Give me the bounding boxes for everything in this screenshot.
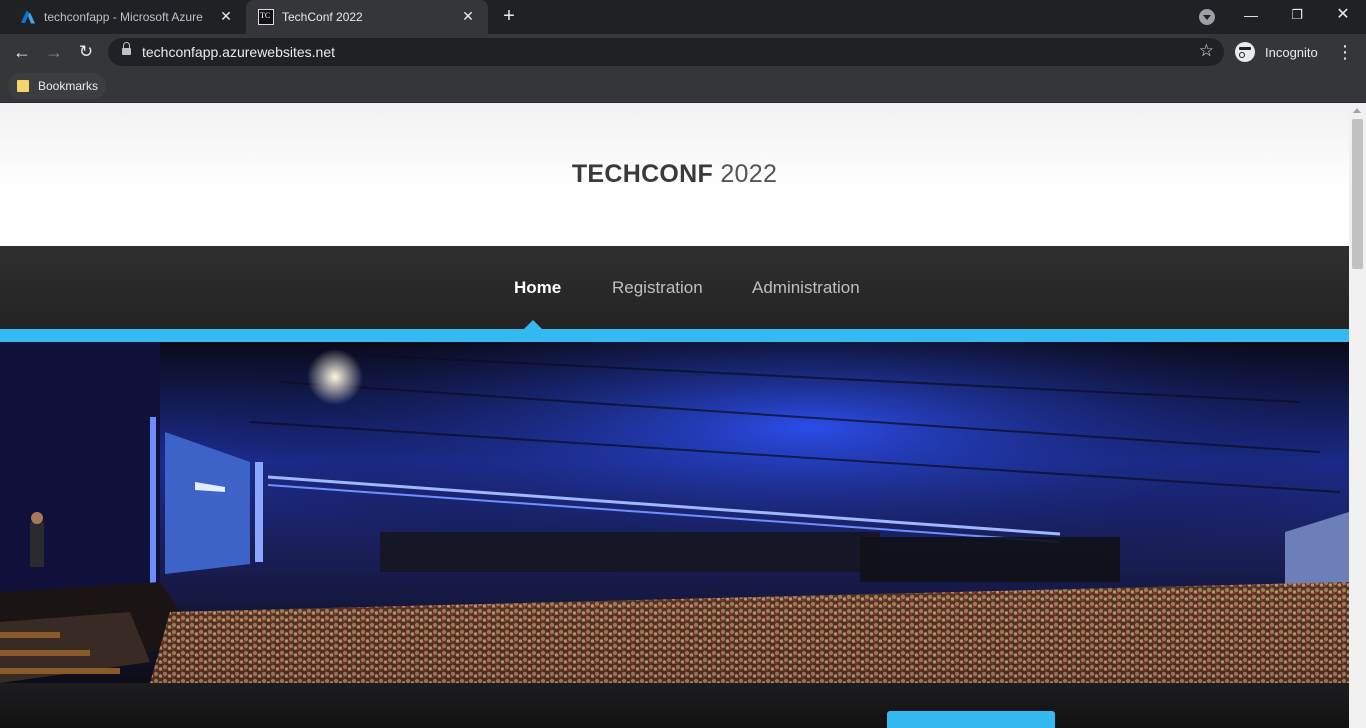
folder-icon [17,80,29,92]
plus-icon[interactable]: + [498,6,520,28]
profile-label: Incognito [1265,45,1318,60]
lock-icon [122,42,131,57]
site-header: TECHCONF 2022 [0,103,1349,246]
favicon-text: TC [260,11,271,20]
url-text: techconfapp.azurewebsites.net [142,44,336,60]
site-logo[interactable]: TECHCONF 2022 [0,160,1349,189]
scroll-up-icon[interactable] [1353,108,1361,113]
azure-icon [21,10,35,24]
kebab-menu-icon[interactable]: ⋮ [1336,40,1354,64]
forward-arrow-icon[interactable]: → [42,40,66,64]
tab-search-icon[interactable] [1199,9,1215,25]
bookmarks-label: Bookmarks [38,79,99,93]
tab-strip: techconfapp - Microsoft Azure ✕ TC TechC… [0,0,1366,34]
hero-caption-bar [0,683,1349,728]
accent-bar [0,329,1349,342]
reload-icon[interactable]: ↻ [74,40,98,64]
bookmarks-bar: Bookmarks [0,70,1366,103]
tab-azure[interactable]: techconfapp - Microsoft Azure ✕ [8,0,246,34]
bookmarks-folder[interactable]: Bookmarks [8,73,107,99]
hero-image [0,342,1349,728]
page-viewport: TECHCONF 2022 Home Registration Administ… [0,103,1366,728]
tab-title: TechConf 2022 [282,10,363,24]
brand-year: 2022 [720,160,778,188]
browser-toolbar: ← → ↻ techconfapp.azurewebsites.net ☆ In… [0,34,1366,70]
incognito-icon [1235,42,1255,62]
cta-button[interactable] [887,711,1055,728]
close-icon[interactable]: ✕ [218,8,234,24]
nav-home[interactable]: Home [514,278,561,298]
tab-techconf[interactable]: TC TechConf 2022 ✕ [246,0,488,34]
main-nav: Home Registration Administration [0,246,1349,329]
restore-icon[interactable]: ❐ [1284,4,1310,26]
nav-administration[interactable]: Administration [752,278,860,298]
scrollbar[interactable] [1349,103,1366,728]
window-close-icon[interactable]: ✕ [1330,4,1356,26]
minimize-icon[interactable]: — [1238,4,1264,26]
tab-title: techconfapp - Microsoft Azure [44,10,203,24]
address-bar[interactable]: techconfapp.azurewebsites.net ☆ [108,38,1224,66]
close-icon[interactable]: ✕ [460,8,476,24]
back-arrow-icon[interactable]: ← [10,40,34,64]
scrollbar-thumb[interactable] [1352,119,1363,269]
incognito-profile[interactable]: Incognito [1232,38,1326,66]
conference-auditorium-photo [0,342,1349,683]
active-nav-indicator [524,320,542,329]
nav-registration[interactable]: Registration [612,278,703,298]
bookmark-star-icon[interactable]: ☆ [1199,41,1214,61]
brand-name: TECHCONF [571,160,714,188]
